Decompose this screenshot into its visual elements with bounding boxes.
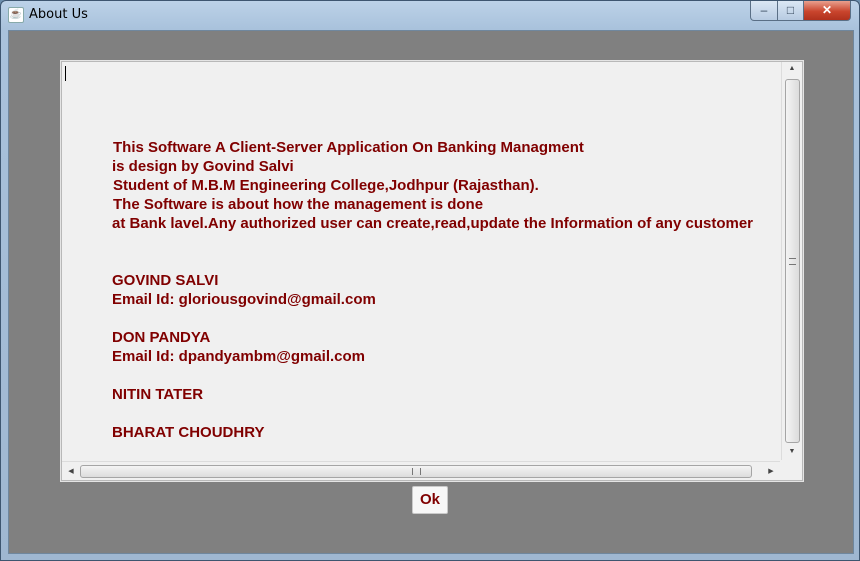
text-caret [65, 66, 66, 81]
vertical-scroll-thumb[interactable] [785, 79, 800, 443]
author-email-2: Email Id: dpandyambm@gmail.com [112, 348, 366, 365]
minimize-icon: – [760, 3, 768, 17]
close-button[interactable]: ✕ [803, 1, 851, 21]
window-title: About Us [29, 7, 88, 22]
author-name-2: DON PANDYA [112, 329, 211, 346]
about-text-area[interactable]: This Software A Client-Server Applicatio… [62, 62, 780, 460]
about-line-1: This Software A Client-Server Applicatio… [113, 139, 584, 156]
about-line-5: at Bank lavel.Any authorized user can cr… [112, 215, 754, 232]
author-name-1: GOVIND SALVI [112, 272, 219, 289]
about-text-scrollpane[interactable]: This Software A Client-Server Applicatio… [61, 61, 803, 481]
about-line-3: Student of M.B.M Engineering College,Jod… [113, 177, 539, 194]
scroll-grip-icon [789, 258, 796, 265]
author-name-4: BHARAT CHOUDHRY [112, 424, 265, 441]
about-line-4: The Software is about how the management… [113, 196, 484, 213]
title-bar[interactable]: ☕ About Us – □ ✕ [1, 1, 859, 29]
close-icon: ✕ [821, 3, 833, 17]
author-email-1: Email Id: gloriousgovind@gmail.com [112, 291, 376, 308]
scroll-up-icon[interactable]: ▲ [785, 65, 799, 72]
ok-button[interactable]: Ok [412, 486, 448, 514]
scroll-right-icon[interactable]: ▶ [764, 467, 778, 475]
horizontal-scroll-thumb[interactable] [80, 465, 752, 478]
dialog-content: This Software A Client-Server Applicatio… [8, 30, 854, 554]
scroll-grip-icon [412, 468, 421, 475]
about-us-window: ☕ About Us – □ ✕ This Software A Client-… [0, 0, 860, 561]
maximize-button[interactable]: □ [777, 1, 804, 21]
about-line-2: is design by Govind Salvi [112, 158, 294, 175]
scrollbar-corner [782, 462, 802, 480]
scroll-left-icon[interactable]: ◀ [64, 467, 78, 475]
horizontal-scrollbar[interactable]: ◀ ▶ [62, 461, 780, 480]
author-name-3: NITIN TATER [112, 386, 204, 403]
scroll-down-icon[interactable]: ▼ [785, 448, 799, 455]
vertical-scrollbar[interactable]: ▲ ▼ [781, 62, 802, 460]
maximize-icon: □ [786, 3, 795, 17]
java-app-icon: ☕ [8, 7, 24, 23]
minimize-button[interactable]: – [750, 1, 778, 21]
